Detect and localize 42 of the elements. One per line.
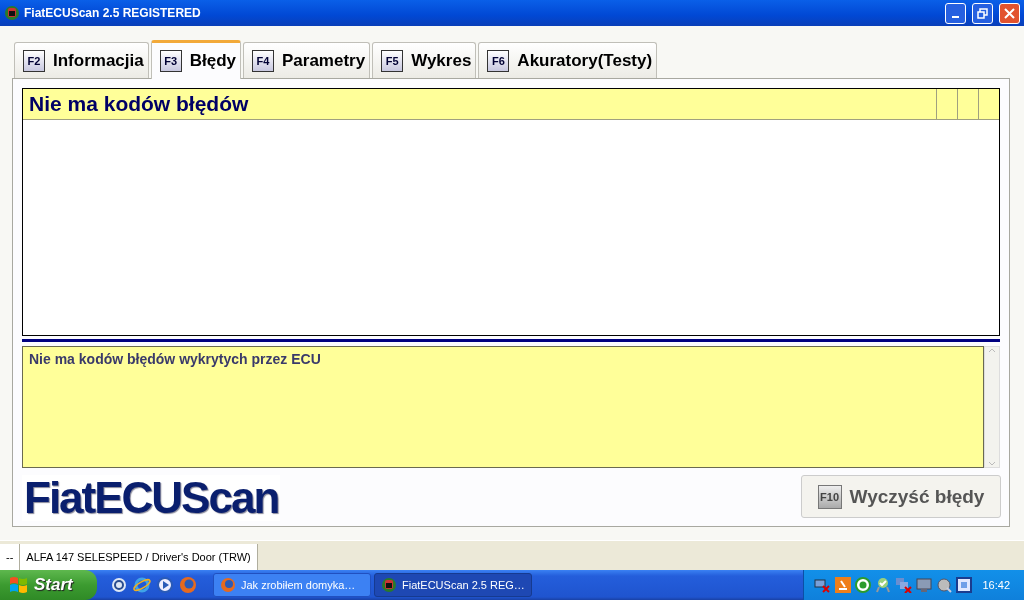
tab[interactable]: F6 Akuratory(Testy)	[478, 42, 658, 78]
close-icon	[1004, 7, 1015, 19]
network-disconnected-icon[interactable]	[895, 577, 913, 593]
tray-app-icon[interactable]	[835, 577, 852, 593]
monitor-icon[interactable]	[916, 577, 933, 593]
app-icon	[4, 5, 20, 21]
taskbar-button[interactable]: Jak zrobiłem domyka…	[213, 573, 371, 597]
window-title: FiatECUScan 2.5 REGISTERED	[24, 6, 202, 20]
ring-icon[interactable]	[855, 577, 872, 593]
tab[interactable]: F2 Informacjia	[14, 42, 149, 78]
browser-icon	[220, 577, 236, 593]
function-key-icon: F6	[487, 49, 510, 72]
function-key-icon: F10	[817, 484, 842, 509]
task-label: Jak zrobiłem domyka…	[241, 579, 356, 591]
window-app-icon[interactable]	[956, 577, 973, 593]
media-player-icon[interactable]	[157, 577, 173, 593]
status-field: ALFA 147 SELESPEED / Driver's Door (TRW)	[20, 544, 258, 570]
restore-button[interactable]	[972, 2, 993, 24]
browser-icon[interactable]	[179, 576, 197, 594]
browser-icon[interactable]	[133, 576, 151, 594]
start-button[interactable]: Start	[0, 570, 97, 600]
minimize-button[interactable]	[945, 2, 966, 24]
function-key-icon: F2	[23, 49, 45, 72]
clock: 16:42	[982, 579, 1010, 591]
table-header: Nie ma kodów błędów	[28, 91, 250, 117]
tab[interactable]: F4 Parametry	[243, 42, 371, 78]
tab[interactable]: F5 Wykres	[372, 42, 477, 78]
minimize-icon	[952, 16, 959, 18]
security-badge-icon[interactable]	[875, 577, 892, 593]
task-label: FiatECUScan 2.5 REG…	[402, 579, 525, 591]
function-key-icon: F3	[159, 50, 182, 72]
taskbar-button[interactable]: FiatECUScan 2.5 REG…	[374, 573, 532, 597]
function-key-icon: F4	[252, 49, 274, 72]
function-key-icon: F5	[381, 49, 404, 72]
close-button[interactable]	[999, 2, 1020, 24]
app-icon	[381, 577, 397, 593]
restore-icon	[977, 7, 988, 19]
windows-logo-icon	[9, 576, 29, 594]
network-disconnected-icon[interactable]	[814, 577, 832, 593]
message-field: Nie ma kodów błędów wykrytych przez ECU	[22, 346, 984, 468]
status-field: --	[0, 544, 21, 570]
tab[interactable]: F3 Błędy	[150, 40, 241, 79]
